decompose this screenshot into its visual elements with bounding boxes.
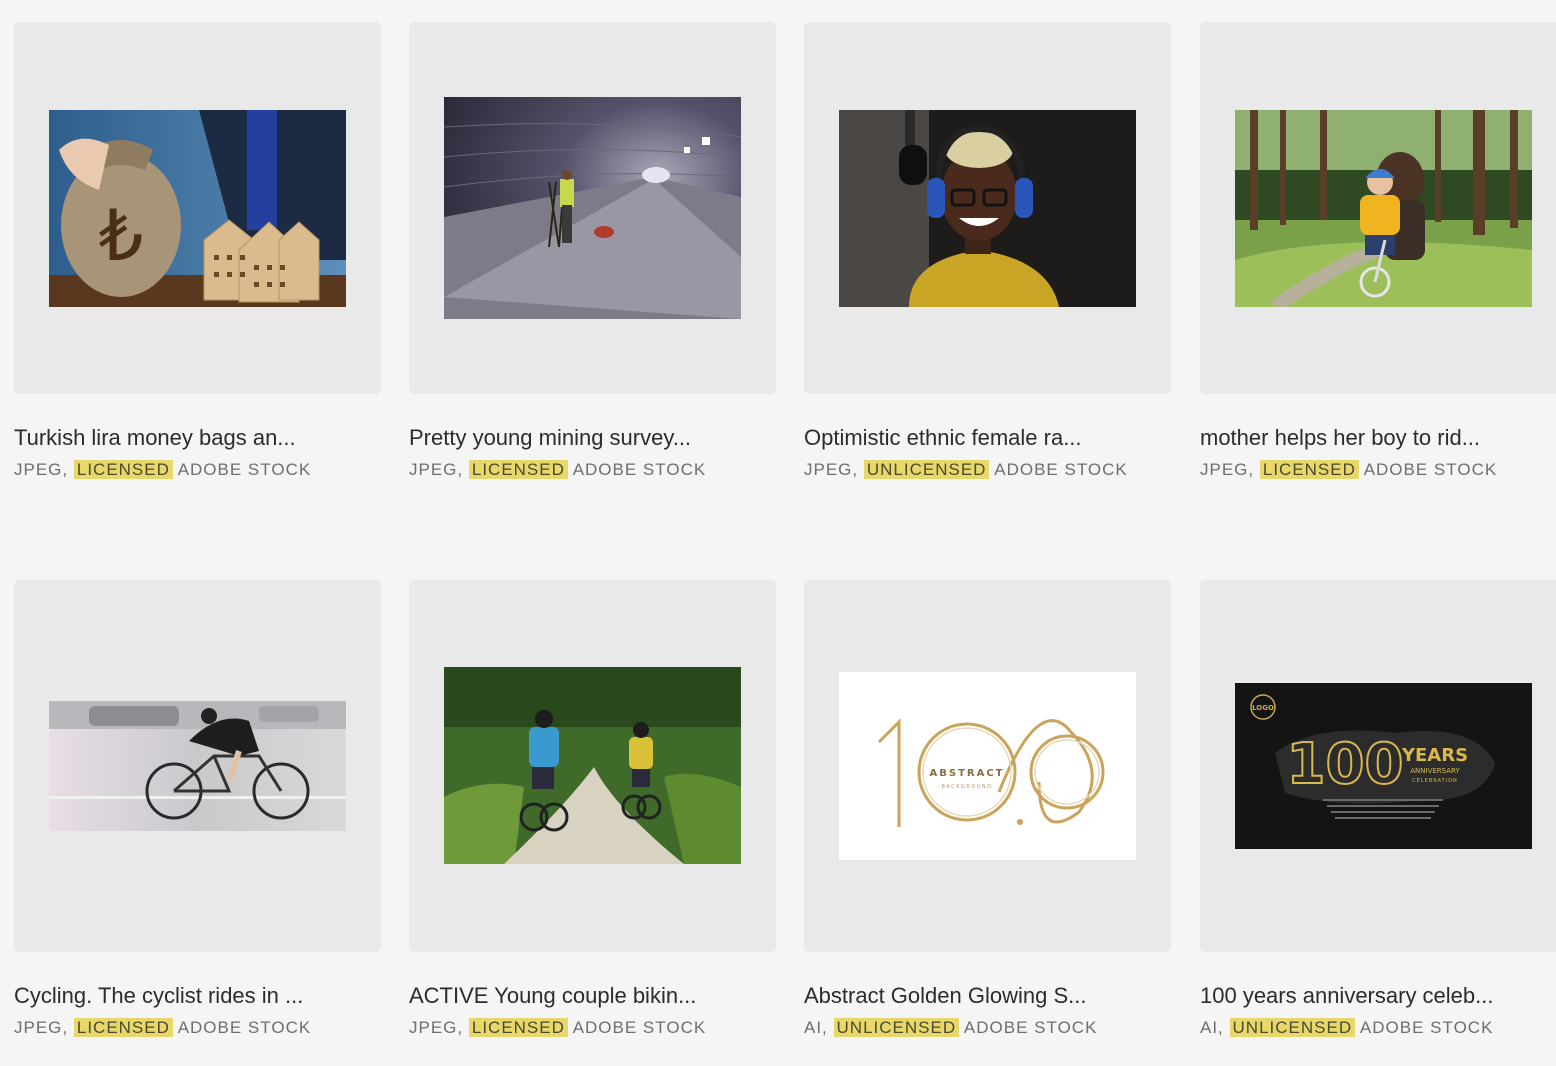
license-badge: UNLICENSED	[863, 460, 990, 479]
asset-source: ADOBE STOCK	[572, 460, 707, 479]
asset-title[interactable]: mother helps her boy to rid...	[1200, 423, 1556, 453]
asset-title[interactable]: Optimistic ethnic female ra...	[804, 423, 1171, 453]
asset-card[interactable]: ACTIVE Young couple bikin... JPEG, LICEN…	[409, 580, 776, 1037]
asset-source: ADOBE STOCK	[994, 460, 1128, 479]
road-cyclist-thumbnail	[49, 701, 346, 831]
asset-meta: JPEG, LICENSED ADOBE STOCK	[409, 1017, 776, 1039]
asset-thumbnail-frame[interactable]	[14, 580, 381, 952]
tunnel-thumbnail	[444, 97, 741, 319]
asset-format: JPEG,	[1200, 460, 1255, 479]
asset-format: JPEG,	[14, 1018, 69, 1037]
asset-title[interactable]: Turkish lira money bags an...	[14, 423, 381, 453]
asset-thumbnail-frame[interactable]: LOGO 100 YEARS ANNIVERSARY CELEBRATION	[1200, 580, 1556, 952]
license-badge: UNLICENSED	[833, 1018, 960, 1037]
asset-meta: AI, UNLICENSED ADOBE STOCK	[1200, 1017, 1556, 1039]
asset-source: ADOBE STOCK	[177, 460, 312, 479]
asset-meta: JPEG, LICENSED ADOBE STOCK	[14, 459, 381, 481]
license-badge: LICENSED	[468, 1018, 568, 1037]
asset-format: JPEG,	[409, 1018, 464, 1037]
svg-text:₺: ₺	[99, 195, 144, 277]
hundred-label: 100	[1287, 732, 1404, 797]
asset-thumbnail-frame[interactable]	[409, 580, 776, 952]
abstract-label: ABSTRACT	[930, 768, 1005, 779]
asset-meta: JPEG, LICENSED ADOBE STOCK	[1200, 459, 1556, 481]
asset-card[interactable]: Pretty young mining survey... JPEG, LICE…	[409, 22, 776, 479]
background-label: BACKGROUND	[941, 784, 992, 790]
license-badge: UNLICENSED	[1229, 1018, 1356, 1037]
asset-format: AI,	[1200, 1018, 1224, 1037]
asset-card[interactable]: ABSTRACT BACKGROUND Abstract Golden Glow…	[804, 580, 1171, 1037]
asset-title[interactable]: Cycling. The cyclist rides in ...	[14, 981, 381, 1011]
asset-card[interactable]: ₺ Turkish lira money bags an... JPEG, LI…	[14, 22, 381, 479]
asset-meta: JPEG, LICENSED ADOBE STOCK	[409, 459, 776, 481]
golden-100-thumbnail: ABSTRACT BACKGROUND	[839, 672, 1136, 860]
asset-source: ADOBE STOCK	[572, 1018, 707, 1037]
license-badge: LICENSED	[73, 1018, 173, 1037]
asset-source: ADOBE STOCK	[1359, 1018, 1494, 1037]
woman-headphones-thumbnail	[839, 110, 1136, 307]
asset-title[interactable]: Abstract Golden Glowing S...	[804, 981, 1171, 1011]
asset-card[interactable]: mother helps her boy to rid... JPEG, LIC…	[1200, 22, 1556, 479]
license-badge: LICENSED	[73, 460, 173, 479]
anniversary-label: ANNIVERSARY	[1410, 767, 1460, 775]
asset-title[interactable]: 100 years anniversary celeb...	[1200, 981, 1556, 1011]
anniversary-badge-thumbnail: LOGO 100 YEARS ANNIVERSARY CELEBRATION	[1235, 683, 1532, 849]
celebration-label: CELEBRATION	[1412, 778, 1458, 784]
years-label: YEARS	[1401, 745, 1468, 766]
asset-thumbnail-frame[interactable]	[1200, 22, 1556, 394]
asset-thumbnail-frame[interactable]	[804, 22, 1171, 394]
license-badge: LICENSED	[1259, 460, 1359, 479]
asset-format: JPEG,	[14, 460, 69, 479]
asset-meta: AI, UNLICENSED ADOBE STOCK	[804, 1017, 1171, 1039]
money-bag-houses-thumbnail: ₺	[49, 110, 346, 307]
asset-title[interactable]: Pretty young mining survey...	[409, 423, 776, 453]
asset-title[interactable]: ACTIVE Young couple bikin...	[409, 981, 776, 1011]
asset-card[interactable]: Cycling. The cyclist rides in ... JPEG, …	[14, 580, 381, 1037]
asset-format: AI,	[804, 1018, 828, 1037]
forest-bikers-thumbnail	[444, 667, 741, 864]
park-bicycle-thumbnail	[1235, 110, 1532, 307]
asset-format: JPEG,	[804, 460, 859, 479]
asset-meta: JPEG, LICENSED ADOBE STOCK	[14, 1017, 381, 1039]
asset-source: ADOBE STOCK	[1363, 460, 1498, 479]
asset-format: JPEG,	[409, 460, 464, 479]
asset-thumbnail-frame[interactable]: ABSTRACT BACKGROUND	[804, 580, 1171, 952]
license-badge: LICENSED	[468, 460, 568, 479]
asset-card[interactable]: LOGO 100 YEARS ANNIVERSARY CELEBRATION 1…	[1200, 580, 1556, 1037]
logo-label: LOGO	[1252, 704, 1274, 712]
asset-thumbnail-frame[interactable]	[409, 22, 776, 394]
asset-card[interactable]: Optimistic ethnic female ra... JPEG, UNL…	[804, 22, 1171, 479]
asset-source: ADOBE STOCK	[177, 1018, 312, 1037]
asset-meta: JPEG, UNLICENSED ADOBE STOCK	[804, 459, 1171, 481]
asset-source: ADOBE STOCK	[963, 1018, 1098, 1037]
asset-thumbnail-frame[interactable]: ₺	[14, 22, 381, 394]
